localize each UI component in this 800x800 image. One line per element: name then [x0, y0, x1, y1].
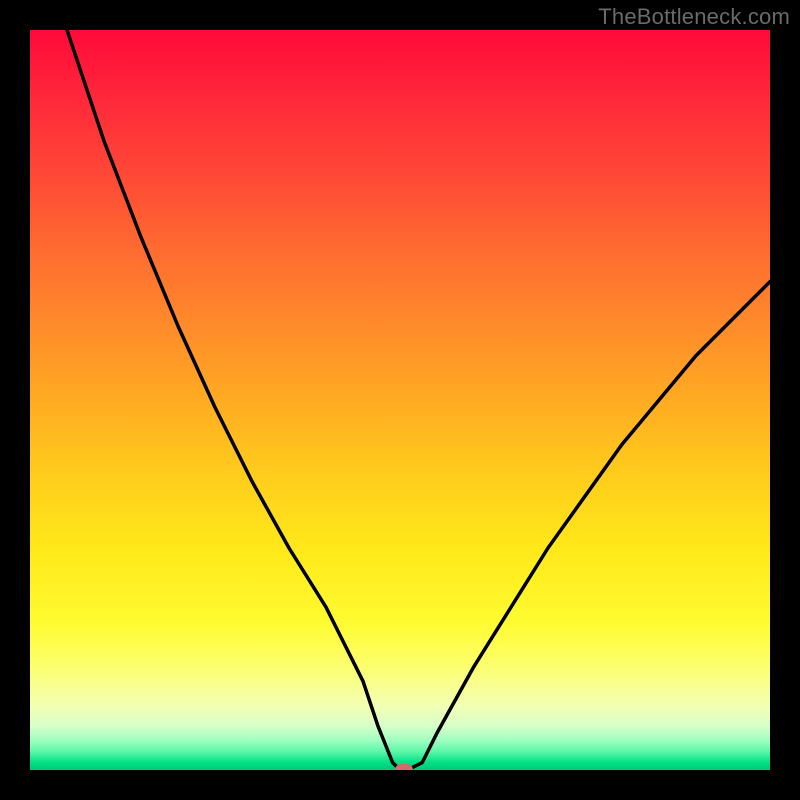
optimal-marker: [395, 764, 413, 770]
plot-area: [30, 30, 770, 770]
bottleneck-curve: [30, 30, 770, 770]
watermark-text: TheBottleneck.com: [598, 4, 790, 30]
chart-frame: TheBottleneck.com: [0, 0, 800, 800]
